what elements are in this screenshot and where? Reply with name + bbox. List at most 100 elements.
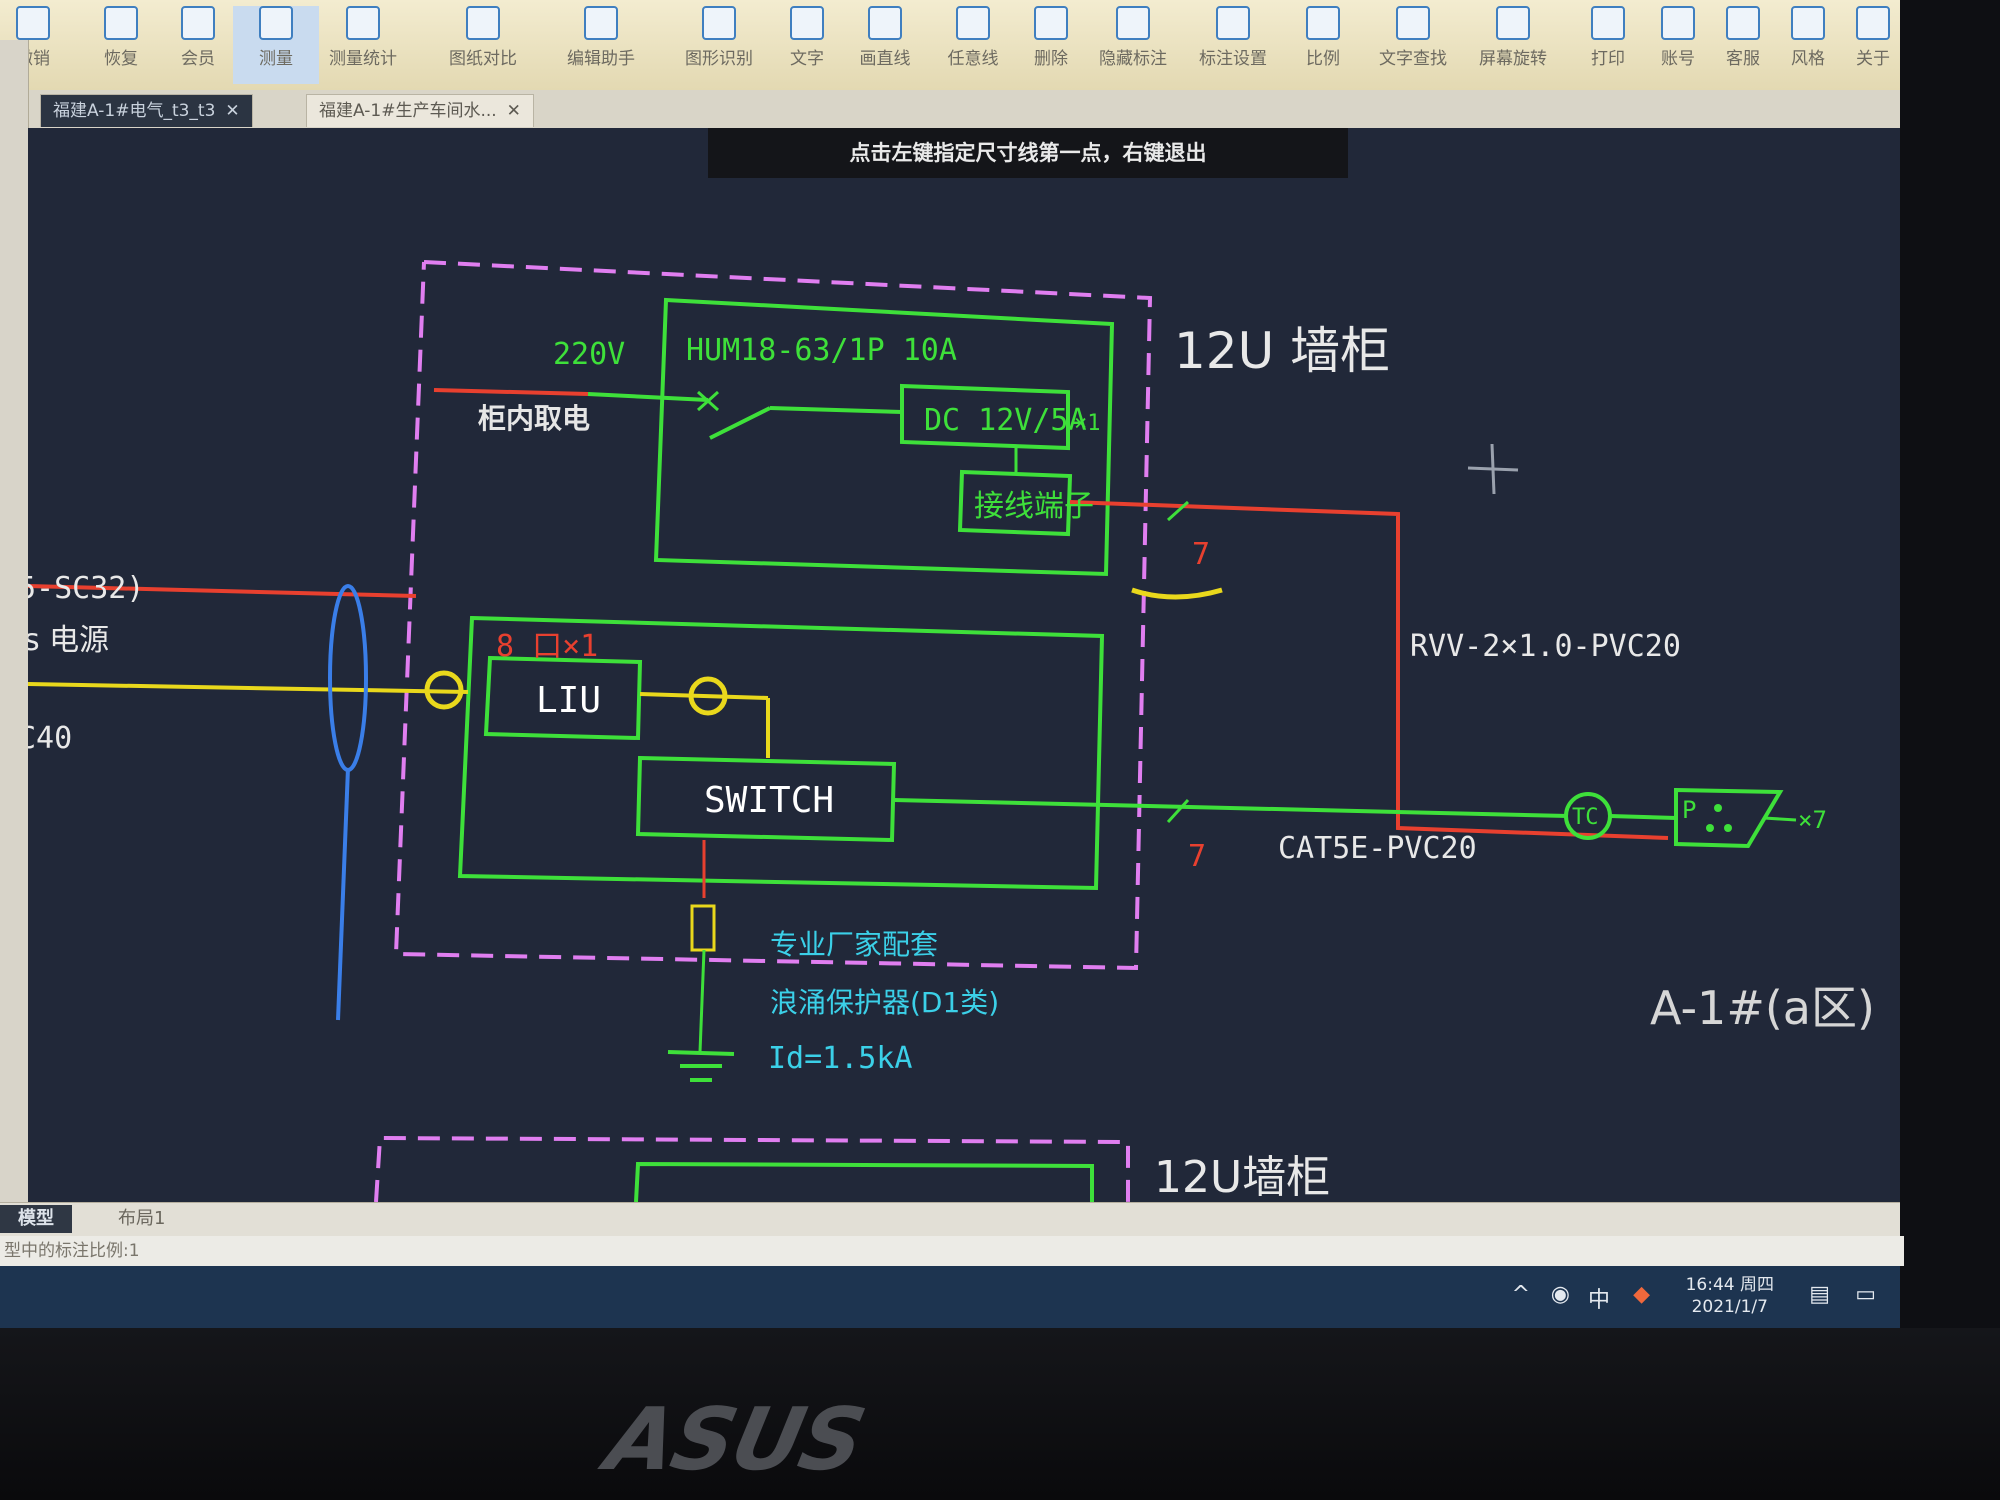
left-side-panel [0, 40, 29, 1230]
toolbar-button-measure-stats[interactable]: 测量统计 [320, 6, 406, 84]
freehand-icon [956, 6, 990, 40]
toolbar: 撤销 恢复 会员 测量 测量统计 图纸对比 编辑助手 图形识别 文字 画直线 任意线 删除 隐藏标注 标注… [0, 0, 1900, 91]
psu-qty-label: ×1 [1074, 411, 1101, 436]
toolbar-button-annotation-settings[interactable]: 标注设置 [1190, 6, 1276, 84]
toolbar-button-label: 客服 [1726, 49, 1760, 69]
ime-indicator[interactable]: 中 [1588, 1282, 1610, 1314]
toolbar-button-label: 文字 [790, 49, 824, 69]
monitor-screen: 撤销 恢复 会员 测量 测量统计 图纸对比 编辑助手 图形识别 文字 画直线 任意线 删除 隐藏标注 标注… [0, 0, 1904, 1328]
notes-icon[interactable]: ▤ [1809, 1282, 1830, 1307]
toolbar-button-label: 图纸对比 [449, 49, 517, 69]
yellow-arc [1131, 587, 1223, 600]
measure-stats-icon [346, 6, 380, 40]
about-icon [1856, 6, 1890, 40]
style-icon [1791, 6, 1825, 40]
toolbar-button-eraser[interactable]: 删除 [1008, 6, 1094, 84]
rvv-cable-line [1069, 500, 1669, 840]
toolbar-button-label: 文字查找 [1379, 49, 1447, 69]
power-feed-line-red [433, 388, 589, 396]
rotate-screen-icon [1496, 6, 1530, 40]
ground-lead [698, 949, 706, 1053]
power-feed-line-green [587, 392, 709, 402]
outlet-pin [1724, 824, 1732, 832]
toolbar-button-label: 编辑助手 [567, 49, 635, 69]
redo-icon [104, 6, 138, 40]
psu-label: DC 12V/5A [924, 403, 1087, 438]
toolbar-button-label: 图形识别 [685, 49, 753, 69]
vip-icon [181, 6, 215, 40]
close-icon[interactable]: ✕ [507, 101, 521, 121]
toolbar-button-freehand[interactable]: 任意线 [930, 6, 1016, 84]
cat-cable-label: CAT5E-PVC20 [1278, 831, 1477, 866]
close-icon[interactable]: ✕ [225, 101, 239, 121]
toolbar-button-compare[interactable]: 图纸对比 [440, 6, 526, 84]
toolbar-button-redo[interactable]: 恢复 [78, 6, 164, 84]
tc-label: TC [1572, 805, 1599, 830]
schematic-drawing: HUM18-63/1P 10A 220V 柜内取电 DC 12V/5A ×1 接… [28, 260, 1875, 1202]
outlet-pin [1706, 824, 1714, 832]
spd-current-label: Id=1.5kA [768, 1041, 913, 1076]
toolbar-button-label: 恢复 [104, 49, 138, 69]
blue-bundle-ellipse [328, 584, 368, 772]
toolbar-button-text[interactable]: 文字 [764, 6, 850, 84]
notification-icon[interactable]: ▭ [1855, 1282, 1876, 1307]
drawing-canvas[interactable]: 点击左键指定尺寸线第一点，右键退出 HUM18-63/1P 10A 220V 柜… [28, 128, 1900, 1202]
toolbar-button-label: 测量 [259, 49, 293, 69]
system-clock[interactable]: 16:44 周四 2021/1/7 [1686, 1274, 1774, 1318]
outlet-qty-label: ×7 [1798, 806, 1827, 834]
toolbar-button-label: 风格 [1791, 49, 1825, 69]
incoming-yellow-line [28, 682, 469, 694]
spd-note: 浪涌保护器(D1类) [770, 986, 999, 1019]
toolbar-button-measure[interactable]: 测量 [233, 6, 319, 84]
toolbar-button-label: 隐藏标注 [1099, 49, 1167, 69]
blue-vertical-line [336, 767, 350, 1021]
liu-to-switch-yellow [639, 692, 769, 700]
tab-drawing-electrical[interactable]: 福建A-1#电气_t3_t3 ✕ [40, 94, 253, 127]
liu-label: LIU [536, 680, 601, 721]
status-bar: 型中的标注比例:1 [0, 1236, 1904, 1266]
toolbar-button-label: 画直线 [859, 49, 911, 69]
layout-tab-bar: 模型 布局1 [0, 1202, 1900, 1237]
edit-assistant-icon [584, 6, 618, 40]
toolbar-button-text-search[interactable]: 文字查找 [1370, 6, 1456, 84]
annotation-settings-icon [1216, 6, 1250, 40]
eraser-icon [1034, 6, 1068, 40]
toolbar-button-about[interactable]: 关于 [1830, 6, 1916, 84]
network-icon[interactable]: ◉ [1551, 1282, 1570, 1307]
toolbar-button-line[interactable]: 画直线 [842, 6, 928, 84]
qty-top-label: 7 [1192, 537, 1210, 572]
tab-label: 福建A-1#电气_t3_t3 [53, 101, 216, 121]
tab-layout-1[interactable]: 布局1 [100, 1205, 183, 1233]
text-search-icon [1396, 6, 1430, 40]
voltage-label: 220V [553, 337, 625, 372]
area-label: A-1#(a区) [1650, 981, 1875, 1035]
power-source-label: 柜内取电 [478, 402, 590, 435]
tab-drawing-water[interactable]: 福建A-1#生产车间水... ✕ [306, 94, 534, 127]
toolbar-button-hide-annotation[interactable]: 隐藏标注 [1090, 6, 1176, 84]
left-cut-label-1: 5-SC32) [28, 571, 144, 606]
toolbar-button-edit-assistant[interactable]: 编辑助手 [558, 6, 644, 84]
chevron-up-icon[interactable]: ^ [1512, 1282, 1530, 1307]
toolbar-button-vip[interactable]: 会员 [155, 6, 241, 84]
toolbar-button-shape-recognition[interactable]: 图形识别 [676, 6, 762, 84]
toolbar-button-scale[interactable]: 比例 [1280, 6, 1366, 84]
left-cut-label-2: s 电源 [28, 623, 109, 658]
clock-date: 2021/1/7 [1691, 1297, 1768, 1317]
app-tray-icon[interactable]: ◆ [1633, 1282, 1650, 1307]
hide-annotation-icon [1116, 6, 1150, 40]
left-cut-label-3: C40 [28, 721, 72, 756]
spd-symbol [690, 904, 716, 952]
monitor-bezel [0, 1328, 2000, 1500]
print-icon [1591, 6, 1625, 40]
brand-logo: ASUS [598, 1390, 872, 1490]
toolbar-button-label: 测量统计 [329, 49, 397, 69]
qty-bottom-label: 7 [1188, 839, 1206, 874]
measure-icon [259, 6, 293, 40]
tab-model[interactable]: 模型 [0, 1205, 72, 1233]
clock-time: 16:44 周四 [1685, 1275, 1774, 1295]
tc-to-outlet-line [1609, 814, 1677, 820]
toolbar-button-rotate-screen[interactable]: 屏幕旋转 [1470, 6, 1556, 84]
rvv-cable-label: RVV-2×1.0-PVC20 [1410, 629, 1681, 664]
outlet-label: P [1682, 796, 1696, 824]
undo-icon [16, 6, 50, 40]
